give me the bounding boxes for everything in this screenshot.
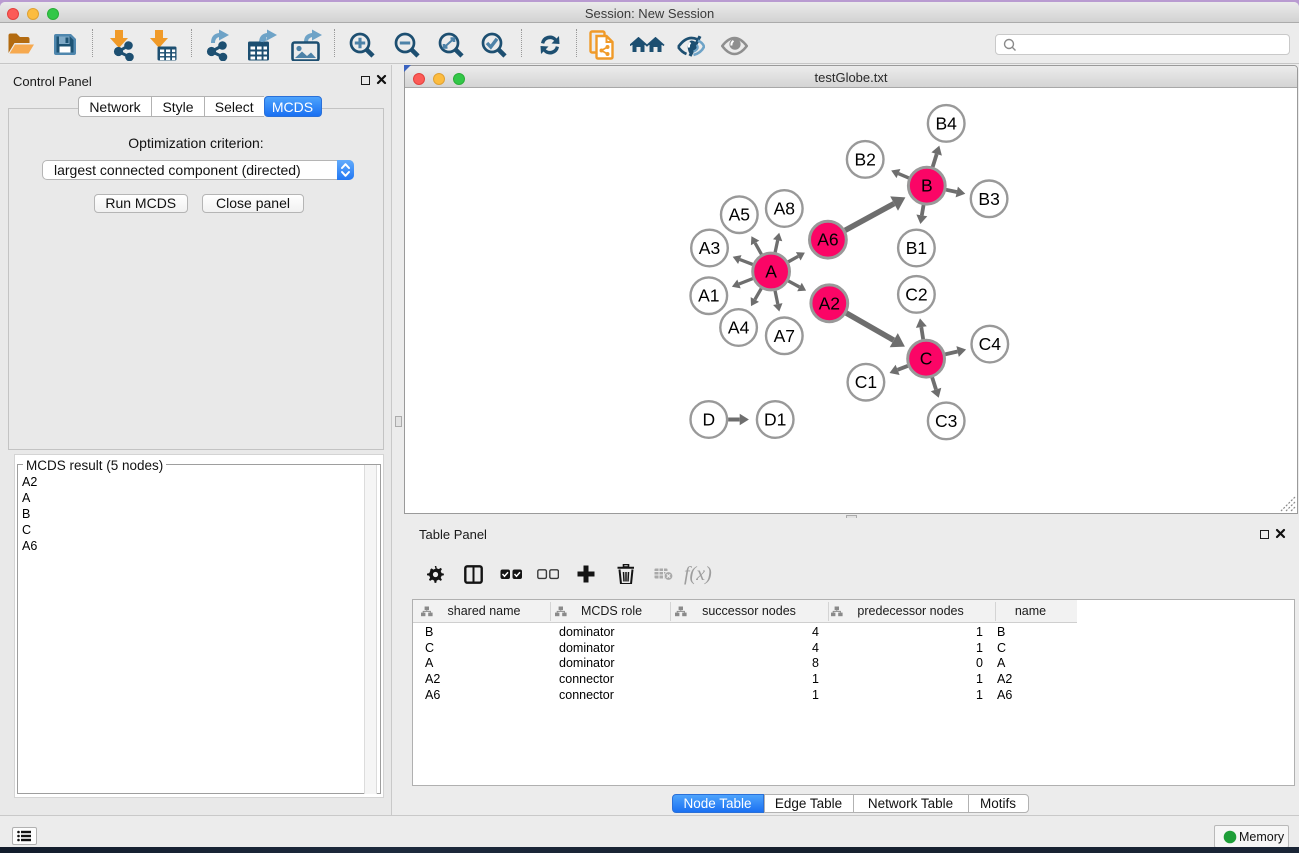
svg-text:A2: A2 xyxy=(819,293,840,313)
svg-text:D: D xyxy=(702,410,715,430)
svg-text:C3: C3 xyxy=(935,411,957,431)
svg-text:D1: D1 xyxy=(764,410,786,430)
svg-text:A1: A1 xyxy=(698,286,719,306)
svg-text:B1: B1 xyxy=(906,238,927,258)
svg-text:A3: A3 xyxy=(699,238,720,258)
svg-text:A4: A4 xyxy=(728,318,750,338)
svg-text:B: B xyxy=(921,176,933,196)
svg-text:C1: C1 xyxy=(855,372,877,392)
svg-text:A6: A6 xyxy=(817,230,838,250)
svg-text:C: C xyxy=(920,349,933,369)
svg-text:B4: B4 xyxy=(935,113,957,133)
svg-text:A8: A8 xyxy=(774,199,795,219)
svg-text:C2: C2 xyxy=(905,284,927,304)
svg-text:A7: A7 xyxy=(774,326,795,346)
svg-text:A5: A5 xyxy=(729,205,750,225)
svg-text:A: A xyxy=(765,262,777,282)
svg-text:B3: B3 xyxy=(978,189,999,209)
svg-text:B2: B2 xyxy=(854,149,875,169)
svg-text:C4: C4 xyxy=(979,334,1002,354)
